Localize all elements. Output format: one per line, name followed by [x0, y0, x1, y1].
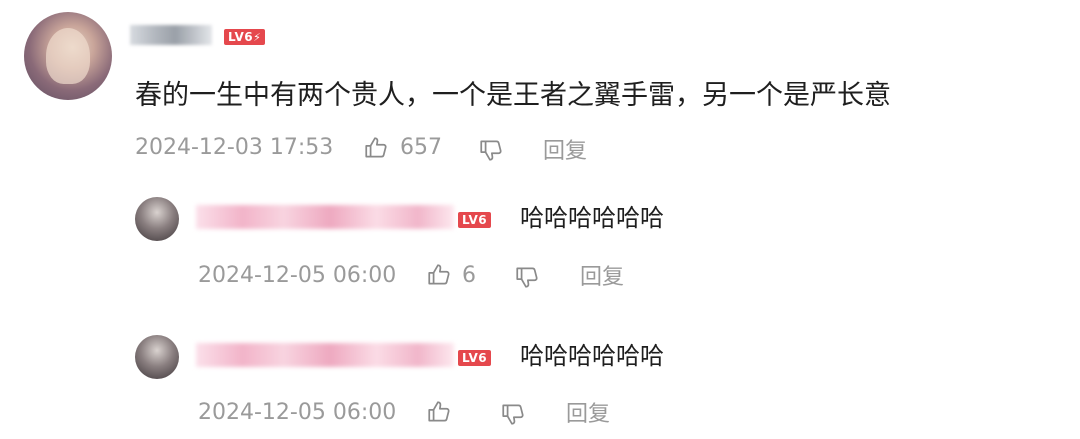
- reply-name-blurred[interactable]: [196, 205, 454, 229]
- commenter-name-blurred[interactable]: [130, 25, 212, 45]
- like-count: 657: [400, 135, 442, 160]
- reply-timestamp: 2024-12-05 06:00: [198, 400, 397, 425]
- lightning-icon: ⚡: [253, 31, 262, 44]
- reply-name-blurred[interactable]: [196, 343, 454, 367]
- reply-text: 哈哈哈哈哈哈: [520, 342, 664, 370]
- reply-timestamp: 2024-12-05 06:00: [198, 263, 397, 288]
- thumbs-down-icon[interactable]: [500, 401, 526, 427]
- reply-avatar[interactable]: [135, 197, 179, 241]
- thumbs-up-icon[interactable]: [363, 135, 389, 161]
- thumbs-up-icon[interactable]: [426, 399, 452, 425]
- level-badge: LV6: [458, 212, 492, 228]
- reply-button[interactable]: 回复: [543, 137, 587, 167]
- level-badge-label: LV6: [228, 30, 254, 44]
- level-badge: LV6: [458, 350, 492, 366]
- thumbs-down-icon[interactable]: [478, 137, 504, 163]
- like-count: 6: [462, 263, 476, 288]
- comment-timestamp: 2024-12-03 17:53: [135, 135, 334, 160]
- level-badge: LV6⚡: [224, 29, 266, 45]
- thumbs-down-icon[interactable]: [514, 264, 540, 290]
- reply-button[interactable]: 回复: [566, 400, 610, 430]
- reply-text: 哈哈哈哈哈哈: [520, 204, 664, 232]
- comment-text: 春的一生中有两个贵人，一个是王者之翼手雷，另一个是严长意: [135, 80, 891, 111]
- commenter-avatar[interactable]: [24, 12, 112, 100]
- reply-avatar[interactable]: [135, 335, 179, 379]
- reply-button[interactable]: 回复: [580, 263, 624, 293]
- thumbs-up-icon[interactable]: [426, 262, 452, 288]
